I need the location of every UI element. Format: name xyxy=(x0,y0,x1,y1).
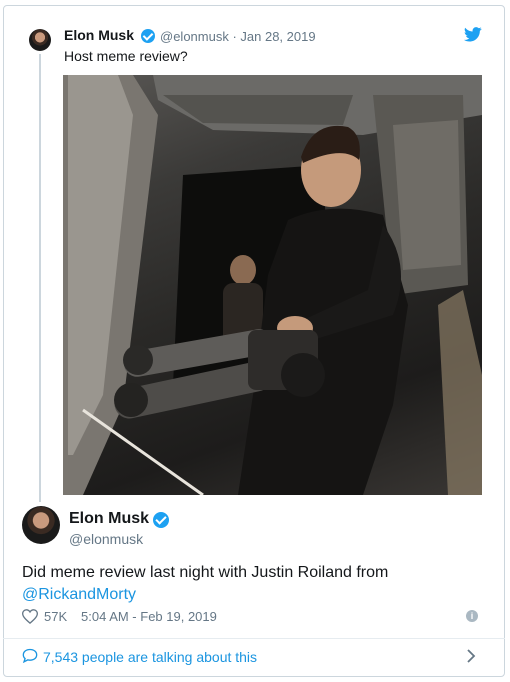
photo-scene xyxy=(63,75,482,495)
author-avatar[interactable] xyxy=(22,506,60,544)
talking-about-text: 7,543 people are talking about this xyxy=(43,649,258,665)
heart-icon[interactable] xyxy=(22,609,38,624)
tweet-text: Did meme review last night with Justin R… xyxy=(22,562,482,606)
quoted-handle-date[interactable]: @elonmusk · Jan 28, 2019 xyxy=(160,29,316,44)
info-icon[interactable]: i xyxy=(466,610,478,622)
tweet-text-body: Did meme review last night with Justin R… xyxy=(22,564,389,581)
chevron-right-icon xyxy=(467,649,476,663)
author-handle[interactable]: @elonmusk xyxy=(69,531,143,547)
quoted-tweet-text: Host meme review? xyxy=(64,48,188,64)
mention-link[interactable]: @RickandMorty xyxy=(22,586,136,603)
verified-badge-icon xyxy=(153,512,169,528)
talking-about-link[interactable]: 7,543 people are talking about this xyxy=(22,646,482,668)
twitter-bird-icon[interactable] xyxy=(464,27,482,42)
thread-line xyxy=(39,54,41,502)
tweet-timestamp[interactable]: 5:04 AM - Feb 19, 2019 xyxy=(81,609,217,624)
tweet-photo[interactable] xyxy=(63,75,482,495)
footer-divider xyxy=(3,638,505,639)
author-name[interactable]: Elon Musk xyxy=(69,510,149,528)
quoted-avatar[interactable] xyxy=(29,29,51,51)
tweet-meta-row: 57K 5:04 AM - Feb 19, 2019 i xyxy=(22,607,482,627)
like-count[interactable]: 57K xyxy=(44,609,67,624)
verified-badge-icon xyxy=(141,29,155,43)
comment-bubble-icon xyxy=(22,648,38,663)
quoted-author-name[interactable]: Elon Musk xyxy=(64,27,134,43)
